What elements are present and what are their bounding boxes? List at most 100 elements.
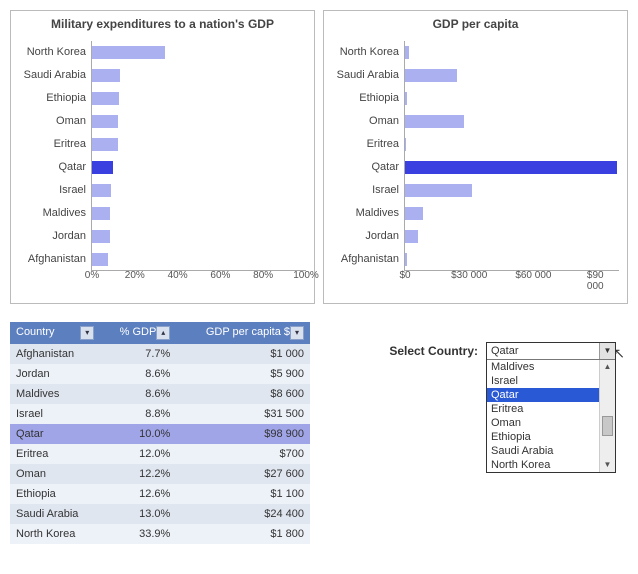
table-row[interactable]: Saudi Arabia13.0%$24 400 [10,504,310,524]
axis-tick: $30 000 [451,270,487,281]
bar-row: Saudi Arabia [405,64,619,87]
bar-row: Qatar [405,156,619,179]
table-row[interactable]: Eritrea12.0%$700 [10,444,310,464]
table-row[interactable]: Israel8.8%$31 500 [10,404,310,424]
bar-label: Afghanistan [341,248,399,271]
cell-country: Saudi Arabia [10,504,100,524]
bar-row: Jordan [405,225,619,248]
bar [92,46,165,59]
bar [405,253,407,266]
col-header-pct-gdp[interactable]: % GDP ▴ [100,322,176,344]
filter-dropdown-icon[interactable]: ▾ [80,326,94,340]
bar-row: Ethiopia [405,87,619,110]
dropdown-option[interactable]: Saudi Arabia [487,444,615,458]
cell-country: North Korea [10,524,100,544]
cell-gdp: $98 900 [176,424,310,444]
axis-tick: 0% [85,270,99,281]
cell-gdp: $1 100 [176,484,310,504]
cell-gdp: $27 600 [176,464,310,484]
bar-label: Israel [372,179,399,202]
cell-pct: 7.7% [100,344,176,364]
select-country-label: Select Country: [389,344,478,358]
cell-country: Oman [10,464,100,484]
axis-tick: 60% [210,270,230,281]
col-header-gdp-per-capita[interactable]: GDP per capita $ ▾ [176,322,310,344]
scrollbar[interactable]: ▲ ▼ [599,360,615,472]
filter-dropdown-icon[interactable]: ▾ [290,326,304,340]
bar [405,69,457,82]
chart-plot-area: North KoreaSaudi ArabiaEthiopiaOmanEritr… [91,41,306,271]
dropdown-option[interactable]: Israel [487,374,615,388]
bar [405,46,409,59]
country-table: Country ▾ % GDP ▴ GDP per capita $ ▾ Afg… [10,322,310,544]
bar-row: Oman [92,110,306,133]
cell-gdp: $8 600 [176,384,310,404]
bar [92,69,120,82]
scroll-down-icon[interactable]: ▼ [600,458,615,472]
dropdown-option[interactable]: Qatar [487,388,615,402]
bar-label: Eritrea [54,133,86,156]
cell-pct: 8.6% [100,384,176,404]
bar-row: Qatar [92,156,306,179]
sort-asc-icon[interactable]: ▴ [156,326,170,340]
cell-pct: 10.0% [100,424,176,444]
cell-country: Maldives [10,384,100,404]
bar-row: Saudi Arabia [92,64,306,87]
scroll-up-icon[interactable]: ▲ [600,360,615,374]
bar-label: Maldives [356,202,399,225]
bar-row: Israel [405,179,619,202]
bar-row: North Korea [92,41,306,64]
dropdown-option[interactable]: Eritrea [487,402,615,416]
bar [405,207,423,220]
axis-tick: 20% [125,270,145,281]
table-row[interactable]: Jordan8.6%$5 900 [10,364,310,384]
table-row[interactable]: Maldives8.6%$8 600 [10,384,310,404]
table-row[interactable]: Ethiopia12.6%$1 100 [10,484,310,504]
bar-row: Ethiopia [92,87,306,110]
dropdown-option[interactable]: North Korea [487,458,615,472]
dropdown-option[interactable]: Ethiopia [487,430,615,444]
dropdown-list: MaldivesIsraelQatarEritreaOmanEthiopiaSa… [487,360,615,472]
cell-country: Afghanistan [10,344,100,364]
axis-tick: $60 000 [515,270,551,281]
cell-gdp: $24 400 [176,504,310,524]
bar-row: Jordan [92,225,306,248]
cell-country: Israel [10,404,100,424]
cell-gdp: $5 900 [176,364,310,384]
dropdown-current-value[interactable]: Qatar ▼ ↖ [487,343,615,360]
bar-row: Eritrea [405,133,619,156]
bar [92,253,108,266]
bar-label: Saudi Arabia [337,64,399,87]
axis-tick: $0 [399,270,410,281]
table-row[interactable]: Qatar10.0%$98 900 [10,424,310,444]
dropdown-option[interactable]: Oman [487,416,615,430]
bar-row: Oman [405,110,619,133]
cell-country: Jordan [10,364,100,384]
bar-row: North Korea [405,41,619,64]
bar [405,230,418,243]
cell-gdp: $700 [176,444,310,464]
cell-pct: 13.0% [100,504,176,524]
cell-pct: 12.6% [100,484,176,504]
cell-country: Eritrea [10,444,100,464]
cell-pct: 8.6% [100,364,176,384]
bar-label: Qatar [58,156,86,179]
cell-country: Ethiopia [10,484,100,504]
bar [92,92,119,105]
chevron-down-icon[interactable]: ▼ [599,343,615,359]
bar [92,184,111,197]
table-row[interactable]: Afghanistan7.7%$1 000 [10,344,310,364]
bar-label: Saudi Arabia [24,64,86,87]
country-dropdown[interactable]: Qatar ▼ ↖ MaldivesIsraelQatarEritreaOman… [486,342,616,473]
dropdown-option[interactable]: Maldives [487,360,615,374]
cell-gdp: $31 500 [176,404,310,424]
table-row[interactable]: Oman12.2%$27 600 [10,464,310,484]
chart-gdp-per-capita: GDP per capita North KoreaSaudi ArabiaEt… [323,10,628,304]
table-row[interactable]: North Korea33.9%$1 800 [10,524,310,544]
col-header-country[interactable]: Country ▾ [10,322,100,344]
scrollbar-thumb[interactable] [602,416,613,436]
bar-row: Afghanistan [92,248,306,271]
bar [405,115,464,128]
bar-row: Maldives [92,202,306,225]
bar-row: Maldives [405,202,619,225]
